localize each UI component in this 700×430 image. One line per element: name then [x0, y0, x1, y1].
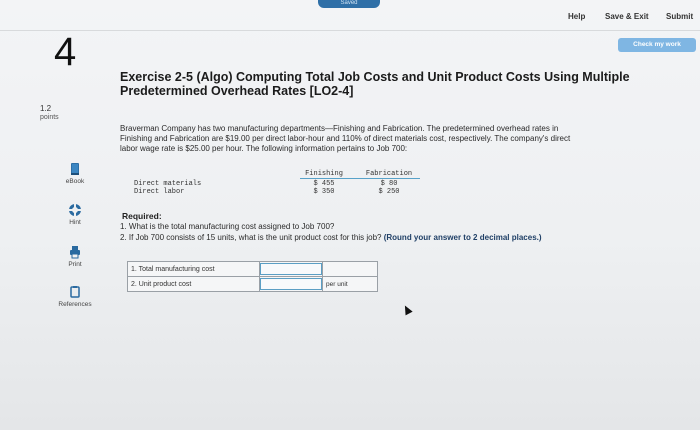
print-label: Print	[68, 261, 82, 268]
print-icon	[70, 246, 80, 259]
answer-label: 1. Total manufacturing cost	[127, 261, 260, 277]
points-value: 1.2	[40, 104, 52, 113]
column-header-fabrication: Fabrication	[365, 170, 413, 178]
unit-product-cost-input[interactable]	[260, 278, 322, 290]
table-row: 2. Unit product cost per unit	[127, 276, 378, 292]
answer-unit: per unit	[322, 276, 378, 292]
required-item-2-text: 2. If Job 700 consists of 15 units, what…	[120, 233, 382, 242]
row-label: Direct labor	[134, 188, 185, 196]
ebook-label: eBook	[65, 178, 85, 185]
rounding-note: (Round your answer to 2 decimal places.)	[383, 233, 542, 242]
help-button[interactable]: Help	[568, 12, 585, 21]
required-item-1: 1. What is the total manufacturing cost …	[120, 222, 335, 231]
submit-button[interactable]: Submit	[666, 12, 693, 21]
answer-label: 2. Unit product cost	[127, 276, 260, 292]
print-tool[interactable]: Print	[50, 245, 100, 268]
required-heading: Required:	[122, 211, 162, 221]
finishing-value: $ 350	[313, 188, 335, 196]
question-number: 4	[54, 30, 77, 74]
points-label: points	[40, 114, 59, 121]
finishing-value: $ 455	[313, 180, 335, 188]
top-divider	[0, 30, 700, 31]
answer-table: 1. Total manufacturing cost 2. Unit prod…	[127, 261, 378, 292]
fabrication-value: $ 80	[380, 180, 398, 188]
ebook-tool[interactable]: eBook	[50, 162, 100, 185]
hint-icon	[69, 204, 81, 216]
answer-unit	[322, 261, 378, 277]
total-manufacturing-cost-input[interactable]	[260, 263, 322, 275]
hint-tool[interactable]: Hint	[50, 203, 100, 226]
answer-input-cell	[259, 276, 323, 292]
row-label: Direct materials	[134, 180, 202, 188]
mouse-cursor	[401, 303, 413, 316]
description-line: Finishing and Fabrication are $19.00 per…	[120, 134, 571, 143]
description-line: Braverman Company has two manufacturing …	[120, 124, 559, 133]
references-label: References	[58, 301, 92, 308]
exercise-title: Exercise 2-5 (Algo) Computing Total Job …	[120, 70, 680, 98]
problem-description: Braverman Company has two manufacturing …	[120, 124, 690, 154]
column-header-finishing: Finishing	[305, 170, 343, 178]
exercise-title-line: Predetermined Overhead Rates [LO2-4]	[120, 84, 354, 98]
ebook-icon	[71, 163, 79, 175]
header-rule	[300, 178, 420, 179]
exercise-title-line: Exercise 2-5 (Algo) Computing Total Job …	[120, 70, 630, 84]
assignment-page: Saved Help Save & Exit Submit Check my w…	[0, 0, 700, 430]
required-item-2: 2. If Job 700 consists of 15 units, what…	[120, 233, 542, 242]
fabrication-value: $ 250	[378, 188, 400, 196]
save-exit-button[interactable]: Save & Exit	[605, 12, 649, 21]
description-line: labor wage rate is $25.00 per hour. The …	[120, 144, 408, 153]
saved-indicator: Saved	[318, 0, 380, 8]
answer-input-cell	[259, 261, 323, 277]
hint-label: Hint	[69, 219, 81, 226]
table-row: 1. Total manufacturing cost	[127, 261, 378, 277]
references-tool[interactable]: References	[50, 285, 100, 308]
references-icon	[70, 286, 80, 298]
check-my-work-button[interactable]: Check my work	[618, 38, 696, 52]
